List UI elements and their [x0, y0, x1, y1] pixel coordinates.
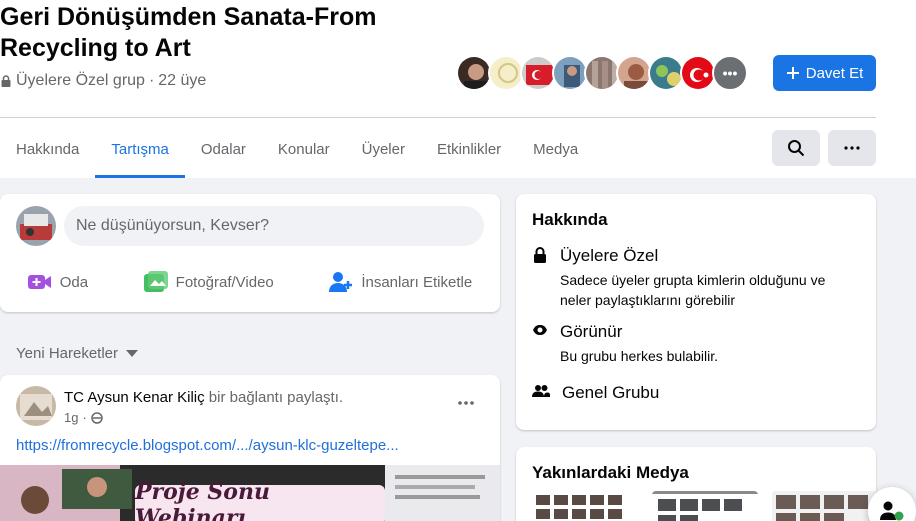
tab-members[interactable]: Üyeler — [346, 120, 421, 178]
lock-icon — [1, 75, 11, 87]
group-type-title: Genel Grubu — [562, 383, 660, 402]
group-meta: Üyelere Özel grup · 22 üye — [0, 72, 206, 90]
plus-icon — [786, 67, 799, 79]
post-time[interactable]: 1g — [64, 410, 78, 425]
visibility-title: Görünür — [560, 322, 623, 341]
lock-icon — [534, 247, 546, 263]
feed-post: TC Aysun Kenar Kiliç bir bağlantı paylaş… — [0, 375, 500, 521]
chevron-down-icon — [126, 349, 139, 357]
media-heading: Yakınlardaki Medya — [532, 463, 689, 482]
invite-label: Davet Et — [805, 64, 864, 82]
webinar-title: Proje Sonu Webinarı — [135, 479, 385, 521]
photo-video-label: Fotoğraf/Video — [175, 273, 274, 291]
room-label: Oda — [59, 273, 89, 291]
search-button[interactable] — [772, 130, 820, 166]
tab-discussion[interactable]: Tartışma — [95, 120, 185, 178]
avatar[interactable] — [456, 55, 492, 91]
media-thumbnail[interactable] — [532, 491, 638, 521]
avatar[interactable] — [16, 206, 56, 246]
avatar[interactable] — [648, 55, 684, 91]
post-author[interactable]: TC Aysun Kenar Kiliç — [64, 389, 205, 406]
media-thumbnail[interactable] — [772, 491, 878, 521]
avatar[interactable] — [488, 55, 524, 91]
group-title[interactable]: Geri Dönüşümden Sanata-From Recycling to… — [0, 2, 450, 64]
post-action: bir bağlantı paylaştı. — [208, 389, 344, 406]
avatar[interactable] — [616, 55, 652, 91]
tab-media[interactable]: Medya — [517, 120, 594, 178]
new-message-button[interactable] — [868, 487, 916, 521]
post-composer: Ne düşünüyorsun, Kevser? Oda Fotoğraf/Vi… — [0, 194, 500, 312]
composer-placeholder: Ne düşünüyorsun, Kevser? — [76, 217, 269, 234]
post-timestamp: 1g · — [64, 410, 103, 425]
ellipsis-icon — [844, 146, 860, 150]
privacy-description: Sadece üyeler grupta kimlerin olduğunu v… — [560, 272, 826, 308]
people-icon — [532, 385, 550, 397]
composer-actions: Oda Fotoğraf/Video İnsanları Etiketle — [0, 262, 500, 302]
composer-input[interactable]: Ne düşünüyorsun, Kevser? — [64, 206, 484, 246]
tab-topics[interactable]: Konular — [262, 120, 346, 178]
member-count[interactable]: 22 üye — [158, 72, 206, 90]
more-members-avatar[interactable]: ••• — [712, 55, 748, 91]
recent-media-card: Yakınlardaki Medya — [516, 447, 878, 521]
people-chat-icon — [880, 501, 904, 521]
room-button[interactable]: Oda — [27, 262, 89, 302]
invite-button[interactable]: Davet Et — [773, 55, 876, 91]
post-header: TC Aysun Kenar Kiliç bir bağlantı paylaş… — [64, 389, 343, 406]
visibility-description: Bu grubu herkes bulabilir. — [560, 348, 718, 364]
visibility-info: Görünür Bu grubu herkes bulabilir. — [532, 322, 850, 366]
post-options-button[interactable] — [452, 393, 480, 413]
media-thumbnail[interactable] — [652, 491, 758, 521]
more-options-button[interactable] — [828, 130, 876, 166]
privacy-info: Üyelere Özel Sadece üyeler grupta kimler… — [532, 246, 850, 310]
ellipsis-icon — [458, 401, 474, 405]
avatar[interactable] — [520, 55, 556, 91]
search-icon — [788, 140, 805, 157]
eye-icon — [533, 325, 547, 335]
member-avatars[interactable]: ••• — [456, 55, 748, 91]
photo-icon — [143, 271, 168, 292]
tab-events[interactable]: Etkinlikler — [421, 120, 517, 178]
tag-people-icon — [329, 272, 353, 292]
group-audience-icon — [91, 411, 103, 424]
sort-dropdown[interactable]: Yeni Hareketler — [16, 345, 139, 362]
post-link[interactable]: https://fromrecycle.blogspot.com/.../ays… — [16, 437, 399, 454]
avatar[interactable] — [680, 55, 716, 91]
tab-rooms[interactable]: Odalar — [185, 120, 262, 178]
post-media-image[interactable]: Proje Sonu Webinarı — [0, 465, 500, 521]
sort-label: Yeni Hareketler — [16, 345, 119, 362]
video-room-icon — [27, 275, 51, 289]
photo-video-button[interactable]: Fotoğraf/Video — [143, 262, 274, 302]
group-tabs: Hakkında Tartışma Odalar Konular Üyeler … — [0, 120, 594, 178]
group-header: Geri Dönüşümden Sanata-From Recycling to… — [0, 0, 916, 178]
tag-people-label: İnsanları Etiketle — [361, 273, 473, 291]
privacy-label[interactable]: Üyelere Özel grup — [16, 72, 145, 90]
tab-about[interactable]: Hakkında — [0, 120, 95, 178]
meta-separator: · — [148, 72, 155, 89]
group-type-info: Genel Grubu — [532, 383, 659, 403]
about-heading: Hakkında — [532, 210, 608, 229]
avatar[interactable] — [16, 386, 56, 426]
media-thumbnails — [532, 491, 878, 521]
avatar[interactable] — [552, 55, 588, 91]
privacy-title: Üyelere Özel — [560, 246, 659, 265]
tag-people-button[interactable]: İnsanları Etiketle — [329, 262, 472, 302]
header-divider — [0, 117, 876, 118]
avatar[interactable] — [584, 55, 620, 91]
about-card: Hakkında Üyelere Özel Sadece üyeler grup… — [516, 194, 876, 430]
